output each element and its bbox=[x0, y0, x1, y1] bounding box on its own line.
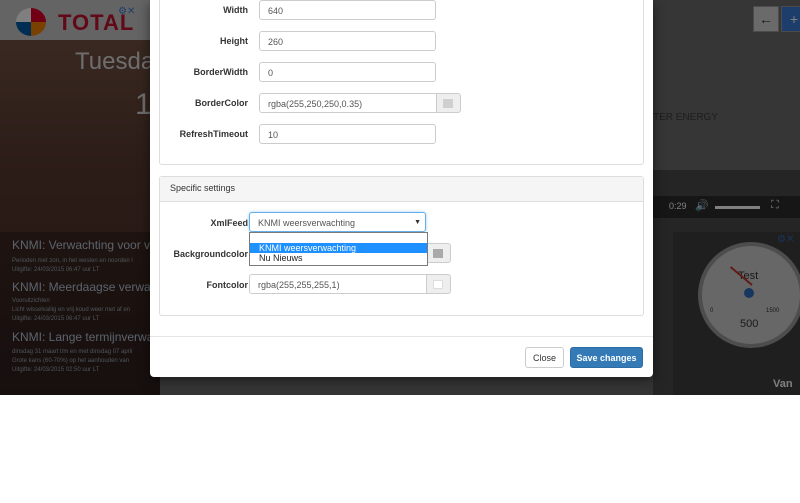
xmlfeed-option[interactable]: Nu Nieuws bbox=[250, 253, 427, 263]
fontcolor-input[interactable]: rgba(255,255,255,1) bbox=[249, 274, 427, 294]
bordercolor-swatch bbox=[443, 99, 453, 108]
fontcolor-picker[interactable] bbox=[427, 274, 451, 294]
close-button[interactable]: Close bbox=[525, 347, 564, 368]
height-label: Height bbox=[220, 36, 248, 46]
bordercolor-label: BorderColor bbox=[194, 98, 248, 108]
specific-settings-heading: Specific settings bbox=[160, 177, 643, 202]
general-settings-panel: Width 640 Height 260 BorderWidth 0 Borde… bbox=[159, 0, 644, 165]
borderwidth-label: BorderWidth bbox=[193, 67, 248, 77]
xmlfeed-label: XmlFeed bbox=[210, 218, 248, 228]
xmlfeed-dropdown-list: KNMI weersverwachting Nu Nieuws bbox=[249, 232, 428, 266]
bordercolor-picker[interactable] bbox=[437, 93, 461, 113]
refreshtimeout-label: RefreshTimeout bbox=[179, 129, 248, 139]
xmlfeed-select[interactable]: KNMI weersverwachting ▼ bbox=[249, 212, 426, 232]
panel-title: Specific settings bbox=[170, 183, 236, 193]
fontcolor-swatch bbox=[433, 280, 443, 289]
width-input[interactable]: 640 bbox=[259, 0, 436, 20]
modal-footer: Close Save changes bbox=[150, 336, 653, 378]
refreshtimeout-input[interactable]: 10 bbox=[259, 124, 436, 144]
save-changes-button[interactable]: Save changes bbox=[570, 347, 643, 368]
xmlfeed-option[interactable]: KNMI weersverwachting bbox=[250, 243, 427, 253]
fontcolor-label: Fontcolor bbox=[206, 280, 249, 290]
backgroundcolor-picker[interactable] bbox=[427, 243, 451, 263]
backgroundcolor-label: Backgroundcolor bbox=[173, 249, 248, 259]
settings-modal: Width 640 Height 260 BorderWidth 0 Borde… bbox=[150, 0, 653, 377]
borderwidth-input[interactable]: 0 bbox=[259, 62, 436, 82]
xmlfeed-selected-value: KNMI weersverwachting bbox=[258, 218, 356, 228]
bordercolor-input[interactable]: rgba(255,250,250,0.35) bbox=[259, 93, 437, 113]
height-input[interactable]: 260 bbox=[259, 31, 436, 51]
width-label: Width bbox=[223, 5, 248, 15]
backgroundcolor-swatch bbox=[433, 249, 443, 258]
chevron-down-icon: ▼ bbox=[414, 219, 421, 226]
